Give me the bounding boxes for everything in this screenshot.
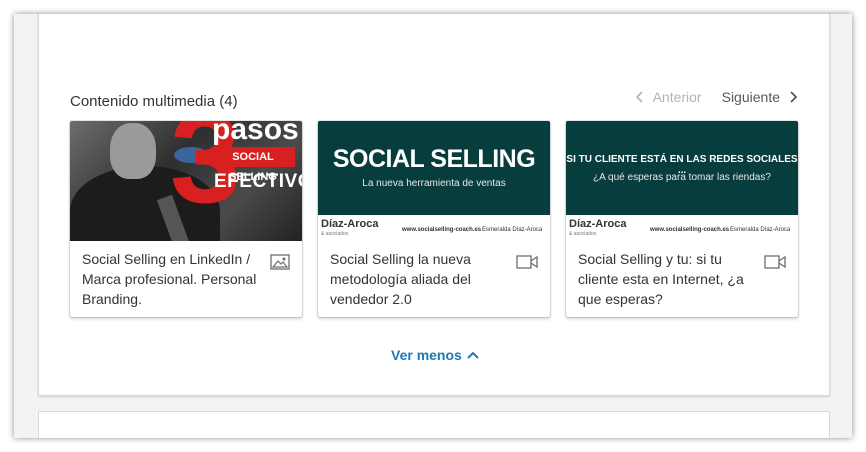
- thumbnail-url: www.socialselling-coach.es: [402, 227, 482, 233]
- thumbnail-headline: SOCIAL SELLING: [332, 145, 536, 173]
- thumbnail-author: Esmeralda Díaz-Aroca: [482, 227, 543, 233]
- thumbnail-logo-tag: & asociados: [321, 231, 349, 237]
- show-less-label: Ver menos: [391, 347, 462, 363]
- chevron-right-icon: [790, 91, 798, 103]
- next-section-card: [38, 411, 830, 438]
- video-icon: [764, 255, 786, 269]
- media-item-2[interactable]: SOCIAL SELLING La nueva herramienta de v…: [318, 121, 550, 317]
- previous-label: Anterior: [652, 89, 702, 105]
- video-icon: [516, 255, 538, 269]
- media-item-1[interactable]: 3 pasos SOCIAL SELLING EFECTIVO Social S…: [70, 121, 302, 317]
- multimedia-card: Contenido multimedia (4) Anterior Siguie…: [38, 14, 830, 396]
- media-caption[interactable]: Social Selling en LinkedIn / Marca profe…: [82, 249, 262, 309]
- thumbnail-footer: Díaz-Aroca & asociados www.socialselling…: [566, 215, 798, 241]
- screenshot-frame: Contenido multimedia (4) Anterior Siguie…: [14, 14, 852, 438]
- media-caption[interactable]: Social Selling y tu: si tu cliente esta …: [578, 249, 758, 309]
- thumbnail-footer: Díaz-Aroca & asociados www.socialselling…: [318, 215, 550, 241]
- section-title: Contenido multimedia (4): [70, 93, 238, 110]
- thumbnail-logo: Díaz-Aroca: [569, 218, 627, 230]
- thumbnail-band: SOCIAL SELLING: [211, 147, 295, 183]
- carousel-pager: Anterior Siguiente: [634, 89, 799, 105]
- thumbnail-line: EFECTIVO: [214, 171, 302, 192]
- media-item-3[interactable]: SI TU CLIENTE ESTÁ EN LAS REDES SOCIALES…: [566, 121, 798, 317]
- thumbnail-url: www.socialselling-coach.es: [650, 227, 730, 233]
- thumbnail-author: Esmeralda Díaz-Aroca: [730, 227, 791, 233]
- image-icon: [270, 254, 290, 270]
- next-label: Siguiente: [721, 89, 780, 105]
- thumbnail-face: [110, 123, 156, 179]
- media-thumbnail[interactable]: SI TU CLIENTE ESTÁ EN LAS REDES SOCIALES…: [566, 121, 798, 241]
- next-button[interactable]: Siguiente: [722, 89, 799, 105]
- media-thumbnail[interactable]: SOCIAL SELLING La nueva herramienta de v…: [318, 121, 550, 241]
- thumbnail-word: pasos: [212, 121, 299, 146]
- media-caption[interactable]: Social Selling la nueva metodología alia…: [330, 249, 510, 309]
- thumbnail-subtitle: ¿A qué esperas para tomar las riendas?: [593, 172, 771, 183]
- thumbnail-logo: Díaz-Aroca: [321, 218, 379, 230]
- previous-button[interactable]: Anterior: [634, 89, 702, 105]
- media-thumbnail[interactable]: 3 pasos SOCIAL SELLING EFECTIVO: [70, 121, 302, 241]
- chevron-up-icon: [467, 351, 479, 359]
- thumbnail-subtitle: La nueva herramienta de ventas: [362, 178, 506, 189]
- chevron-left-icon: [635, 91, 643, 103]
- thumbnail-logo-tag: & asociados: [569, 231, 597, 237]
- show-less-button[interactable]: Ver menos: [391, 347, 480, 363]
